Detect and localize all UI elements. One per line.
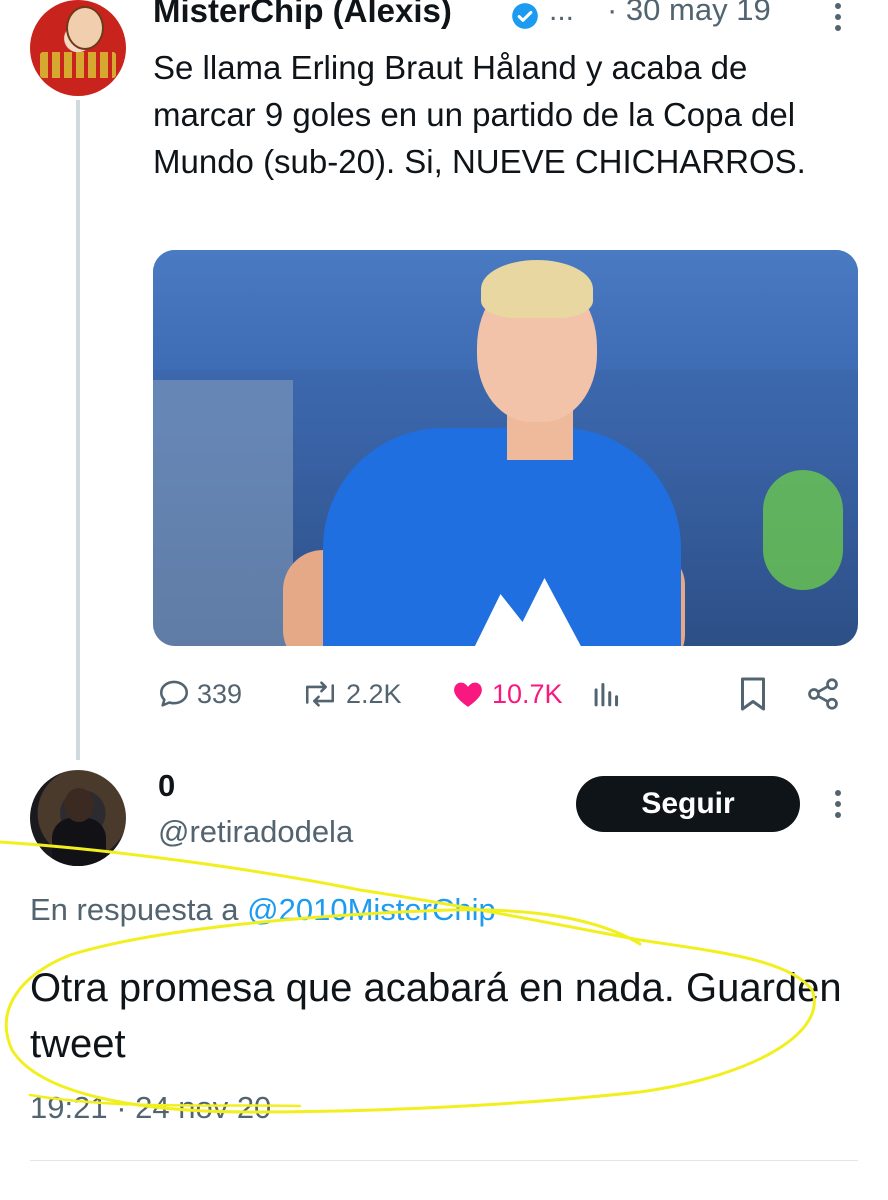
more-options-icon[interactable]: [826, 788, 850, 820]
stadium-stand: [153, 380, 293, 646]
replying-to-mention-link[interactable]: @2010MisterChip: [247, 892, 496, 927]
divider: [30, 1160, 858, 1161]
follow-button[interactable]: Seguir: [576, 776, 800, 832]
share-button[interactable]: [805, 674, 841, 714]
reply-author-avatar[interactable]: [30, 770, 126, 866]
bookmark-button[interactable]: [738, 674, 768, 714]
heart-filled-icon: [454, 682, 482, 707]
tweet-media-image[interactable]: [153, 250, 858, 646]
tweet-text: Se llama Erling Braut Håland y acaba de …: [153, 49, 806, 180]
avatar-head: [64, 788, 94, 822]
verified-badge-icon: [512, 3, 538, 29]
reply-author-handle[interactable]: @retiradodela: [158, 814, 353, 850]
avatar[interactable]: [30, 0, 126, 96]
views-button[interactable]: [592, 674, 622, 714]
reply-icon: [159, 680, 189, 707]
background-light: [763, 470, 843, 590]
author-display-name[interactable]: MisterChip (Alexis): [153, 0, 452, 30]
reply-timestamp[interactable]: 19:21 · 24 nov 20: [30, 1090, 271, 1126]
retweet-icon: [305, 681, 335, 707]
share-icon: [808, 678, 838, 710]
retweet-button[interactable]: 2.2K: [300, 674, 402, 714]
tweet-date[interactable]: · 30 may 19: [607, 0, 771, 28]
like-button[interactable]: 10.7K: [450, 674, 563, 714]
bookmark-icon: [741, 677, 765, 711]
avatar-face: [66, 6, 104, 50]
reply-tweet-text: Otra promesa que acabará en nada. Guarde…: [30, 966, 842, 1066]
player-hair: [481, 260, 593, 318]
replying-to-prefix: En respuesta a: [30, 892, 248, 927]
reply-count: 339: [197, 678, 243, 709]
reply-author-display-name[interactable]: 0: [158, 768, 175, 804]
avatar-trophies: [40, 52, 116, 78]
like-count: 10.7K: [492, 678, 563, 709]
replying-to-line: En respuesta a @2010MisterChip: [30, 892, 496, 928]
more-options-icon[interactable]: [826, 2, 850, 32]
thread-connector-line: [76, 100, 80, 760]
avatar-body: [52, 818, 106, 866]
bar-chart-icon: [594, 682, 619, 707]
retweet-count: 2.2K: [346, 678, 402, 709]
reply-button[interactable]: 339: [157, 674, 242, 714]
truncated-handle: ...: [549, 0, 575, 27]
